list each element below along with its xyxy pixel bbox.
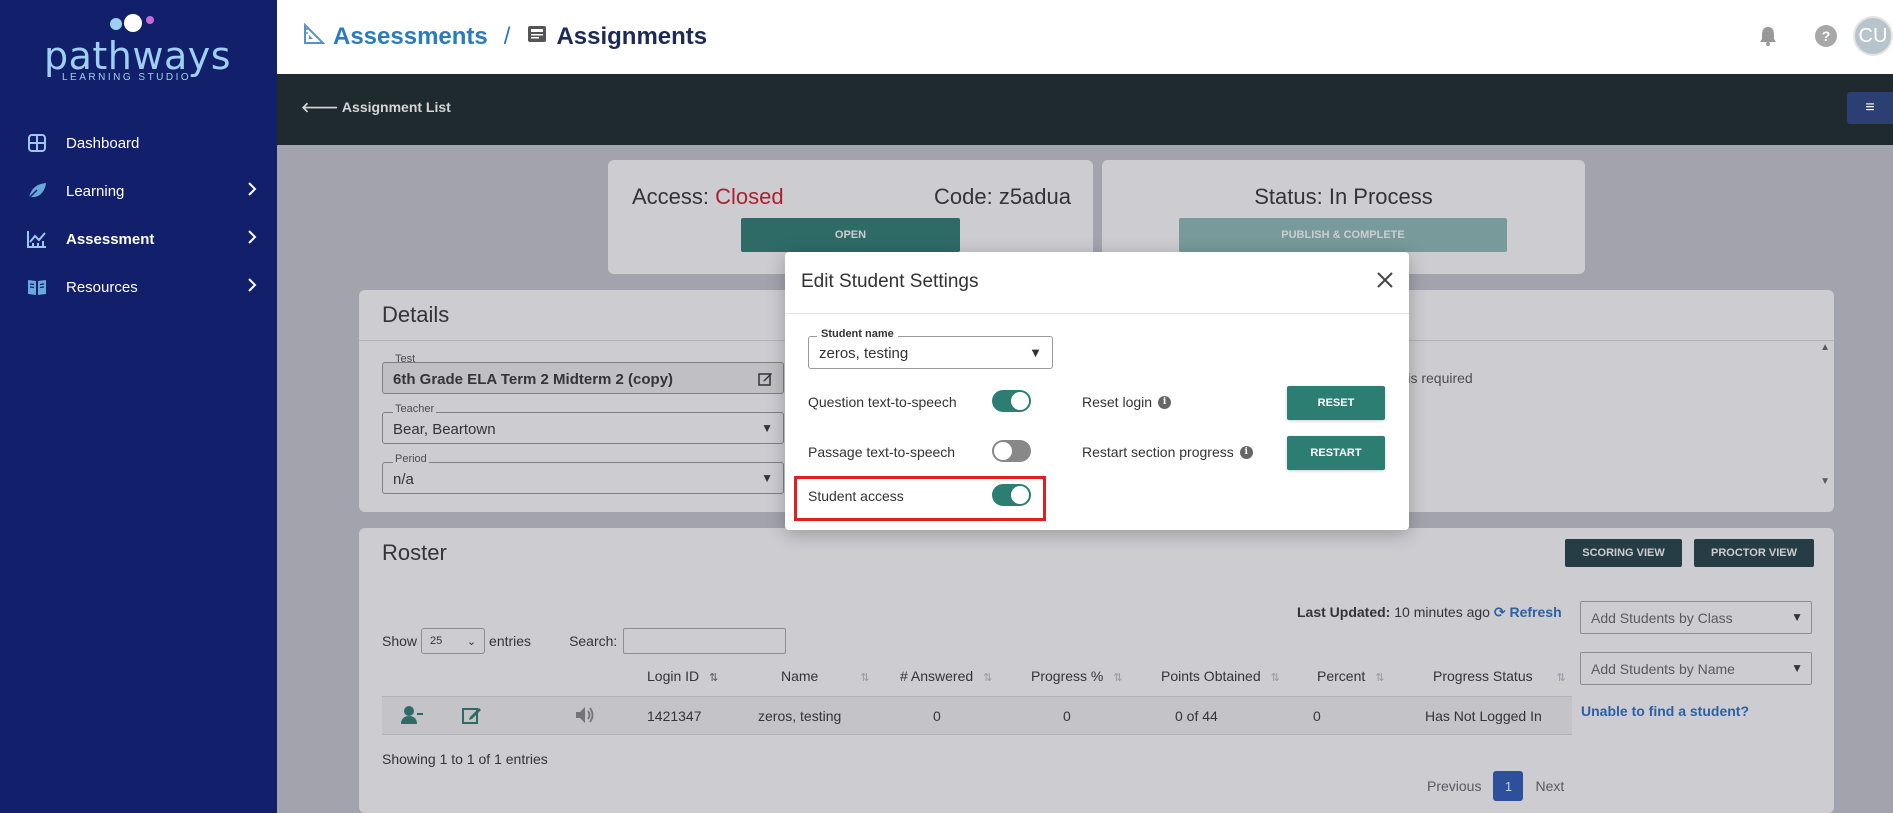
info-icon[interactable]: i (1158, 395, 1172, 409)
info-icon[interactable]: i (1239, 445, 1253, 459)
leaf-icon (26, 180, 48, 202)
toggle-knob (994, 442, 1012, 460)
passage-tts-label: Passage text-to-speech (808, 444, 956, 460)
back-link-label: Assignment List (341, 99, 451, 115)
passage-tts-toggle[interactable] (992, 440, 1031, 462)
logo-dot (110, 18, 122, 30)
divider (785, 313, 1409, 314)
book-icon (26, 276, 48, 298)
sidebar-item-dashboard[interactable]: Dashboard (0, 123, 277, 163)
reset-login-row: Reset login i (1082, 394, 1172, 410)
chevron-right-icon (247, 229, 277, 249)
edit-student-settings-modal: Edit Student Settings Student name zeros… (785, 252, 1409, 530)
chevron-right-icon (247, 277, 277, 297)
assignment-icon (526, 23, 548, 52)
top-header: Assessments / Assignments ? CU (277, 0, 1893, 74)
sidebar-item-learning[interactable]: Learning (0, 171, 277, 211)
logo-dot (146, 16, 154, 24)
modal-title: Edit Student Settings (801, 271, 979, 292)
breadcrumb-separator: / (503, 23, 511, 50)
breadcrumb-assignments: Assignments (556, 23, 708, 50)
ruler-icon (303, 22, 326, 52)
reset-login-label: Reset login (1082, 394, 1153, 410)
toggle-knob (1011, 392, 1029, 410)
sidebar-item-label: Learning (66, 182, 125, 200)
sidebar-item-assessment[interactable]: Assessment (0, 219, 277, 259)
sidebar-item-label: Resources (66, 278, 138, 296)
sidebar-item-label: Dashboard (66, 134, 140, 152)
sub-toolbar: 🡐 Assignment List ≡ (277, 74, 1893, 145)
header-actions: ? CU (1757, 16, 1893, 56)
breadcrumb: Assessments / Assignments (303, 22, 708, 52)
dashboard-icon (26, 132, 48, 154)
logo-dot (124, 14, 142, 32)
restart-progress-row: Restart section progress i (1082, 444, 1253, 460)
restart-label: Restart section progress (1082, 444, 1234, 460)
highlight-box (794, 476, 1046, 521)
student-name-value: zeros, testing (819, 345, 909, 362)
sidebar-item-label: Assessment (66, 230, 155, 248)
chevron-right-icon (247, 181, 277, 201)
sidebar: pathways LEARNING STUDIO Dashboard Learn… (0, 0, 277, 813)
student-name-label: Student name (817, 328, 898, 340)
menu-button[interactable]: ≡ (1847, 92, 1893, 124)
caret-down-icon: ▼ (1029, 345, 1042, 360)
help-icon[interactable]: ? (1815, 25, 1837, 47)
bell-icon[interactable] (1757, 25, 1779, 47)
logo-subtext: LEARNING STUDIO (62, 72, 192, 83)
question-tts-label: Question text-to-speech (808, 394, 957, 410)
student-name-select[interactable]: Student name zeros, testing ▼ (808, 328, 1053, 369)
breadcrumb-assessments[interactable]: Assessments (333, 23, 488, 51)
question-tts-toggle[interactable] (992, 390, 1031, 412)
reset-button[interactable]: RESET (1287, 386, 1385, 420)
sidebar-item-resources[interactable]: Resources (0, 267, 277, 307)
arrow-left-icon: 🡐 (301, 99, 339, 115)
chart-icon (26, 228, 48, 250)
close-icon[interactable] (1375, 270, 1395, 290)
avatar[interactable]: CU (1853, 16, 1893, 56)
pathways-logo[interactable]: pathways LEARNING STUDIO (40, 14, 240, 84)
back-to-assignment-list[interactable]: 🡐 Assignment List (301, 99, 451, 116)
restart-button[interactable]: RESTART (1287, 436, 1385, 470)
